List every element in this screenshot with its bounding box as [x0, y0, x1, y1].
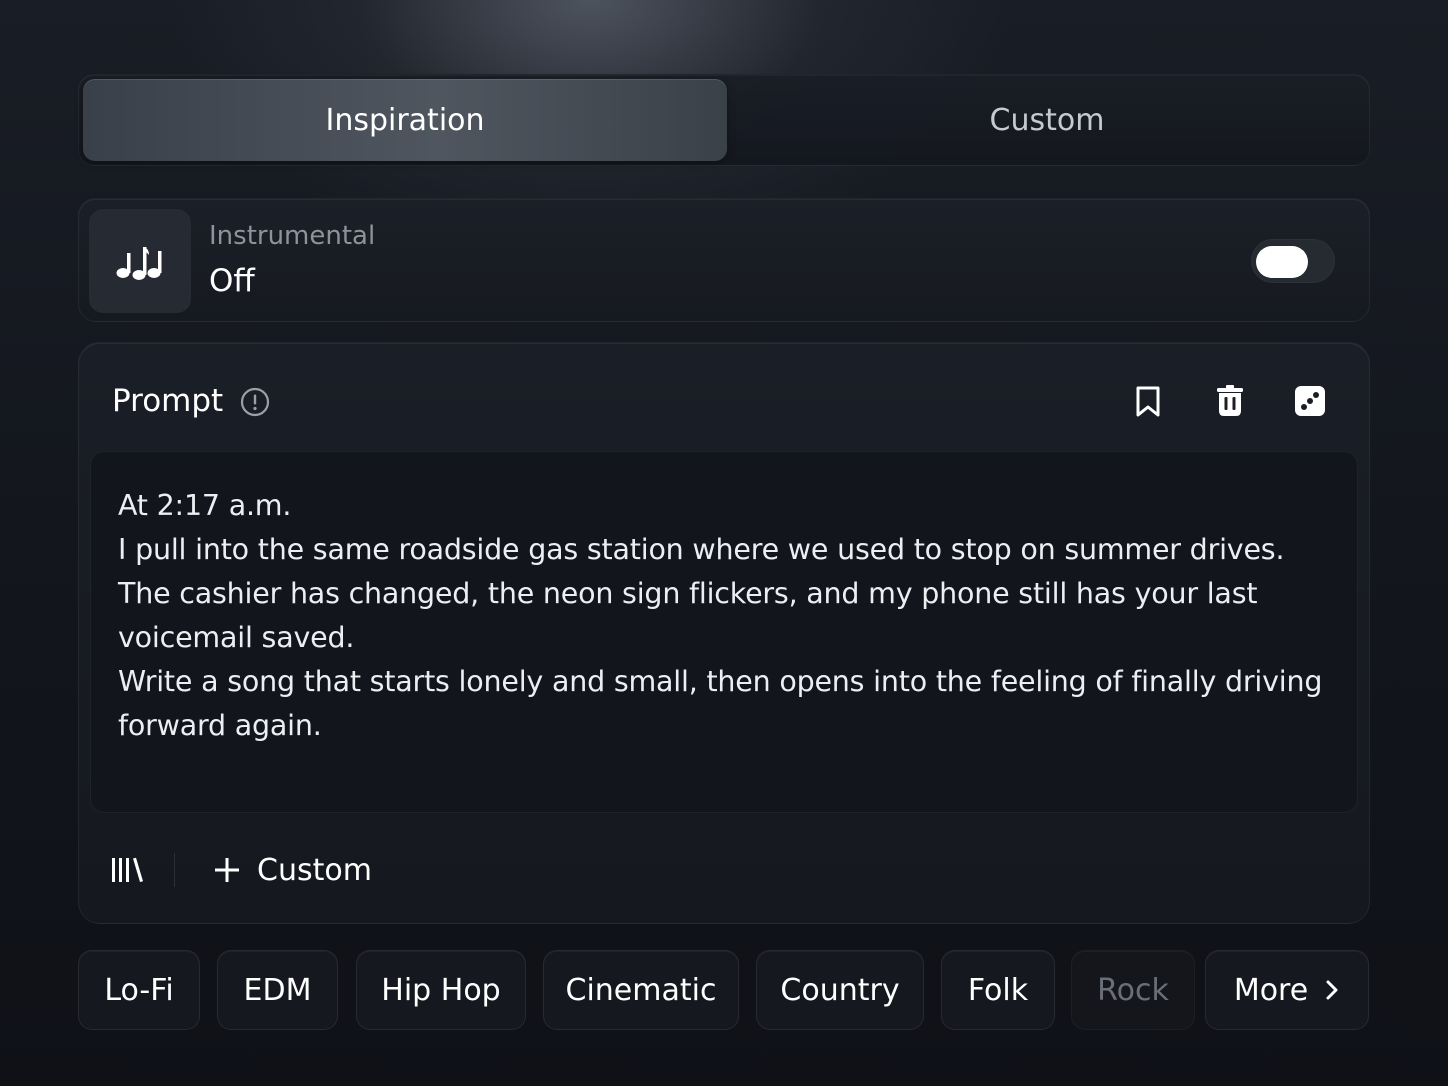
genre-chip-hiphop[interactable]: Hip Hop [356, 950, 526, 1030]
more-genres-button[interactable]: More [1205, 950, 1369, 1030]
bookmark-icon[interactable] [1130, 383, 1166, 419]
instrumental-row: Instrumental Off [78, 198, 1370, 322]
tab-custom[interactable]: Custom [727, 79, 1367, 161]
genre-chip-rock[interactable]: Rock [1071, 950, 1195, 1030]
plus-icon [215, 858, 239, 882]
prompt-panel: Prompt At 2:17 a.m. I pull into the same… [78, 342, 1370, 924]
instrumental-toggle[interactable] [1251, 239, 1335, 283]
info-icon[interactable] [239, 386, 271, 418]
instrumental-label: Instrumental [209, 221, 376, 251]
chevron-right-icon [1326, 980, 1338, 1000]
music-notes-icon [89, 209, 191, 313]
genre-chip-edm[interactable]: EDM [217, 950, 338, 1030]
divider [174, 853, 175, 887]
prompt-textarea[interactable]: At 2:17 a.m. I pull into the same roadsi… [90, 451, 1358, 813]
dice-icon[interactable] [1292, 383, 1328, 419]
mode-tabs: Inspiration Custom [78, 74, 1370, 166]
add-custom-label: Custom [257, 852, 372, 888]
genre-chip-lofi[interactable]: Lo-Fi [78, 950, 200, 1030]
more-label: More [1233, 972, 1309, 1008]
prompt-text[interactable]: At 2:17 a.m. I pull into the same roadsi… [118, 484, 1328, 748]
genre-chip-cinematic[interactable]: Cinematic [543, 950, 739, 1030]
library-icon[interactable] [109, 853, 145, 887]
instrumental-value: Off [209, 263, 255, 299]
genre-chip-folk[interactable]: Folk [941, 950, 1055, 1030]
tab-inspiration[interactable]: Inspiration [83, 79, 727, 161]
add-custom-button[interactable]: Custom [213, 845, 372, 895]
genre-chip-country[interactable]: Country [756, 950, 924, 1030]
prompt-title: Prompt [112, 383, 224, 419]
trash-icon[interactable] [1212, 383, 1248, 419]
toggle-knob [1256, 246, 1308, 278]
